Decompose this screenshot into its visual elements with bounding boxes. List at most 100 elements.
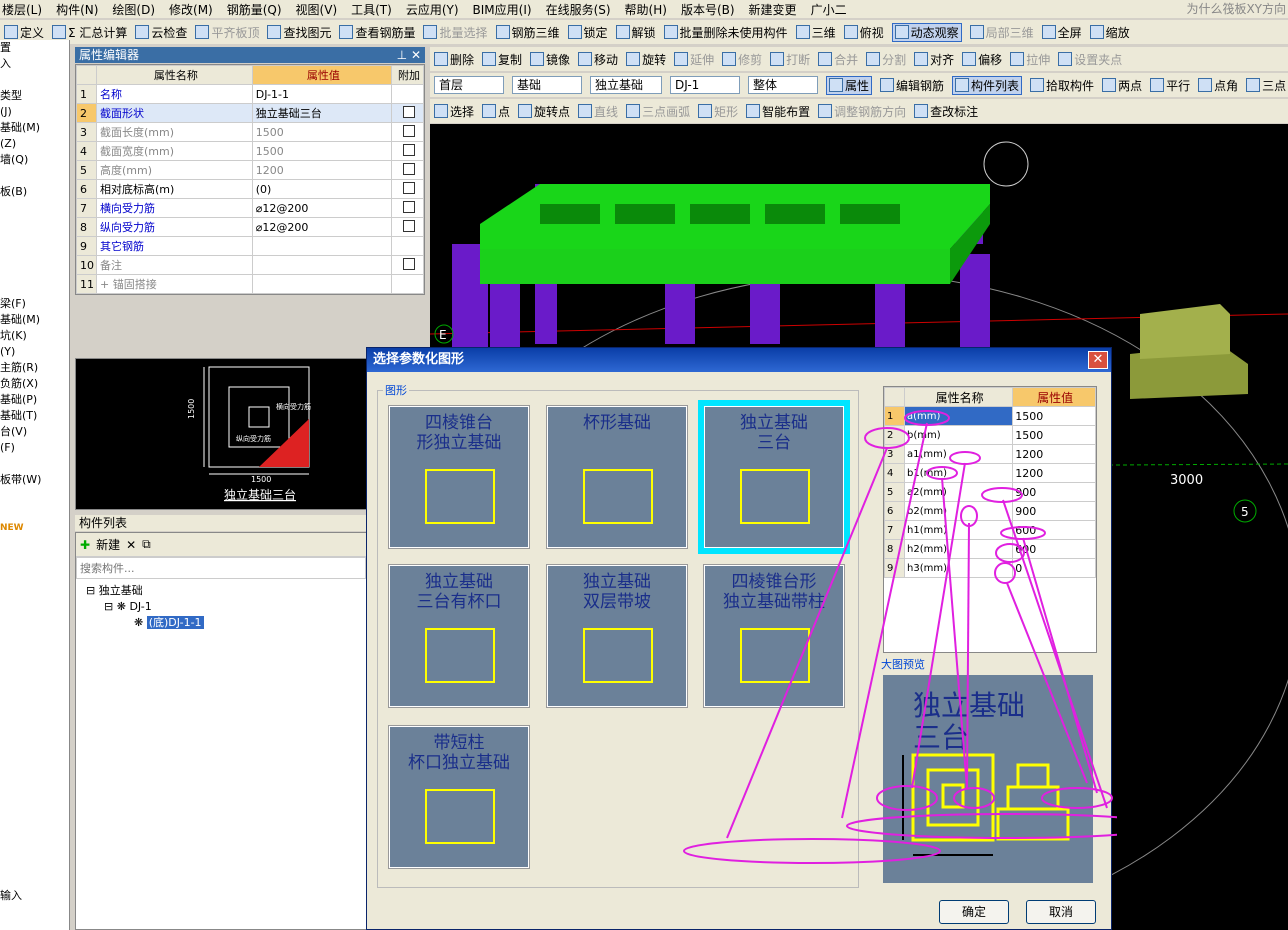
toolbar-button[interactable]: 延伸 <box>674 51 714 68</box>
prop-row[interactable]: 10 备注 <box>76 255 424 275</box>
toolbar-button[interactable]: 查看钢筋量 <box>339 24 415 41</box>
nav-item[interactable] <box>0 712 69 728</box>
toolbar-button[interactable]: 偏移 <box>962 51 1002 68</box>
toolbar-button[interactable]: 镜像 <box>530 51 570 68</box>
new-button[interactable]: 新建 <box>96 536 120 553</box>
toolbar-button[interactable]: 合并 <box>818 51 858 68</box>
prop-row[interactable]: 4 截面宽度(mm) 1500 <box>76 141 424 161</box>
nav-item[interactable]: 基础(M) <box>0 120 69 136</box>
nav-item[interactable] <box>0 456 69 472</box>
toolbar-button[interactable]: 分割 <box>866 51 906 68</box>
nav-item[interactable]: 墙(Q) <box>0 152 69 168</box>
toolbar-button[interactable]: 旋转点 <box>518 103 570 120</box>
nav-item[interactable]: 基础(M) <box>0 312 69 328</box>
nav-item[interactable] <box>0 696 69 712</box>
shape-option[interactable]: 杯形基础 <box>546 405 688 549</box>
toolbar-button[interactable]: 批量删除未使用构件 <box>663 24 788 41</box>
prop-row[interactable]: 2 截面形状 独立基础三台 <box>76 103 424 123</box>
nav-item[interactable]: 板(B) <box>0 184 69 200</box>
toolbar-button[interactable]: 局部三维 <box>969 24 1034 41</box>
extra-checkbox[interactable] <box>403 181 415 194</box>
nav-item[interactable] <box>0 504 69 520</box>
toolbar-button[interactable]: 钢筋三维 <box>495 24 560 41</box>
toolbar-button[interactable]: 点 <box>482 103 510 120</box>
toolbar-button[interactable]: 查找图元 <box>267 24 331 41</box>
nav-item[interactable]: (Y) <box>0 344 69 360</box>
prop-value[interactable]: 1500 <box>251 141 393 161</box>
nav-item[interactable]: 基础(T) <box>0 408 69 424</box>
menu-item[interactable]: BIM应用(I) <box>473 1 532 18</box>
toolbar-button[interactable]: 直线 <box>578 103 618 120</box>
nav-item[interactable] <box>0 648 69 664</box>
new-icon[interactable]: ✚ <box>80 538 90 552</box>
toolbar-button[interactable]: 三维 <box>795 24 836 41</box>
nav-item[interactable] <box>0 216 69 232</box>
tree-node-dj1[interactable]: ⊟ ❋ DJ-1 <box>86 599 366 615</box>
nav-item[interactable]: NEW <box>0 520 69 536</box>
extra-checkbox[interactable] <box>403 124 415 137</box>
prop-value[interactable] <box>251 274 393 294</box>
layer-combo[interactable]: 基础 <box>512 76 582 94</box>
prop-row[interactable]: 11 + 锚固搭接 <box>76 274 424 294</box>
nav-item[interactable]: 负筋(X) <box>0 376 69 392</box>
nav-item[interactable] <box>0 632 69 648</box>
pin-close-icon[interactable]: ⊥ ✕ <box>397 47 421 63</box>
nav-item[interactable]: 入 <box>0 56 69 72</box>
nav-item[interactable] <box>0 72 69 88</box>
nav-item[interactable] <box>0 248 69 264</box>
toolbar-button[interactable]: 平行 <box>1150 77 1190 94</box>
toolbar-button[interactable]: 查改标注 <box>914 103 978 120</box>
nav-item[interactable]: 坑(K) <box>0 328 69 344</box>
extra-checkbox[interactable] <box>403 219 415 232</box>
toolbar-button[interactable]: 批量选择 <box>423 24 488 41</box>
toolbar-button[interactable]: 锁定 <box>567 24 608 41</box>
menu-item[interactable]: 钢筋量(Q) <box>227 1 282 18</box>
menu-item[interactable]: 视图(V) <box>296 1 338 18</box>
nav-item[interactable]: 置 <box>0 40 69 56</box>
shape-option[interactable]: 独立基础 三台有杯口 <box>388 564 530 708</box>
nav-item[interactable] <box>0 600 69 616</box>
layer-combo[interactable]: DJ-1 <box>670 76 740 94</box>
nav-item[interactable]: 板带(W) <box>0 472 69 488</box>
nav-item[interactable] <box>0 280 69 296</box>
toolbar-button[interactable]: 设置夹点 <box>1058 51 1122 68</box>
nav-item[interactable] <box>0 568 69 584</box>
nav-item[interactable] <box>0 232 69 248</box>
toolbar-button[interactable]: 点角 <box>1198 77 1238 94</box>
extra-checkbox[interactable] <box>403 143 415 156</box>
prop-value[interactable]: ⌀12@200 <box>251 198 393 218</box>
nav-item[interactable]: (Z) <box>0 136 69 152</box>
extra-checkbox[interactable] <box>403 200 415 213</box>
menu-item[interactable]: 楼层(L) <box>2 1 42 18</box>
toolbar-button[interactable]: 属性 <box>826 75 873 95</box>
nav-item[interactable] <box>0 840 69 856</box>
nav-item[interactable] <box>0 536 69 552</box>
tree-node-foundation-type[interactable]: ⊟ 独立基础 <box>86 583 366 599</box>
cancel-button[interactable]: 取消 <box>1026 900 1096 924</box>
nav-item[interactable]: 台(V) <box>0 424 69 440</box>
toolbar-button[interactable]: 打断 <box>770 51 810 68</box>
nav-item[interactable] <box>0 824 69 840</box>
prop-value[interactable]: 1200 <box>251 160 393 180</box>
toolbar-button[interactable]: Σ 汇总计算 <box>52 24 127 41</box>
menu-item[interactable]: 构件(N) <box>56 1 98 18</box>
toolbar-button[interactable]: 定义 <box>4 24 44 41</box>
nav-item[interactable] <box>0 760 69 776</box>
nav-item[interactable] <box>0 744 69 760</box>
extra-checkbox[interactable] <box>403 105 415 118</box>
toolbar-button[interactable]: 三点 <box>1246 77 1286 94</box>
tree-node-dj1-1[interactable]: ❋ (底)DJ-1-1 <box>86 615 366 631</box>
toolbar-button[interactable]: 两点 <box>1102 77 1142 94</box>
nav-item[interactable] <box>0 856 69 872</box>
toolbar-button[interactable]: 全屏 <box>1041 24 1082 41</box>
shape-option[interactable]: 四棱锥台 形独立基础 <box>388 405 530 549</box>
nav-item[interactable] <box>0 616 69 632</box>
prop-row[interactable]: 5 高度(mm) 1200 <box>76 160 424 180</box>
copy-icon[interactable]: ⧉ <box>142 537 151 552</box>
menu-item[interactable]: 工具(T) <box>351 1 392 18</box>
nav-item[interactable]: 类型 <box>0 88 69 104</box>
toolbar-button[interactable]: 云检查 <box>135 24 187 41</box>
layer-combo[interactable]: 整体 <box>748 76 818 94</box>
nav-item[interactable] <box>0 584 69 600</box>
toolbar-button[interactable]: 调整钢筋方向 <box>818 103 906 120</box>
